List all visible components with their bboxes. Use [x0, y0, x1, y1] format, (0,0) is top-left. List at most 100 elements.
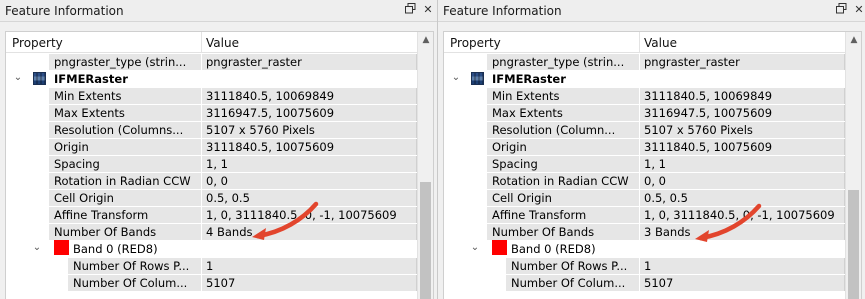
property-name: Min Extents	[54, 89, 122, 103]
property-name: Number Of Bands	[54, 225, 157, 239]
restore-icon[interactable]	[403, 3, 417, 17]
table-row[interactable]: Affine Transform 1, 0, 3111840.5, 0, -1,…	[6, 206, 417, 223]
value-column-header[interactable]: Value	[644, 36, 677, 50]
property-column-header[interactable]: Property	[12, 36, 63, 50]
property-name: pngraster_type (strin...	[492, 55, 625, 69]
tree-node-ifmeraster[interactable]: ⌄ IFMERaster	[6, 70, 417, 87]
property-name: Spacing	[492, 157, 538, 171]
property-name: Cell Origin	[54, 191, 114, 205]
property-name: Resolution (Columns...	[54, 123, 184, 137]
property-name: Min Extents	[492, 89, 560, 103]
property-column-header[interactable]: Property	[450, 36, 501, 50]
property-name: Resolution (Column...	[492, 123, 616, 137]
property-value: 1, 1	[206, 157, 228, 171]
panel-titlebar[interactable]: Feature Information ✕	[438, 0, 865, 22]
column-divider[interactable]	[201, 32, 202, 53]
table-row[interactable]: Affine Transform 1, 0, 3111840.5, 0, -1,…	[444, 206, 845, 223]
property-name: Max Extents	[492, 106, 563, 120]
property-value: 3116947.5, 10075609	[206, 106, 335, 120]
table-row[interactable]: Min Extents 3111840.5, 10069849	[6, 87, 417, 104]
vertical-scrollbar[interactable]: ▲	[845, 32, 861, 299]
close-icon[interactable]: ✕	[852, 3, 865, 17]
property-value: 3116947.5, 10075609	[644, 106, 773, 120]
table-row[interactable]: Spacing 1, 1	[444, 155, 845, 172]
property-name: Origin	[54, 140, 89, 154]
property-value: 3111840.5, 10069849	[644, 89, 773, 103]
table-row[interactable]: Rotation in Radian CCW 0, 0	[6, 172, 417, 189]
restore-icon[interactable]	[834, 3, 848, 17]
vertical-scrollbar[interactable]: ▲	[417, 32, 433, 299]
property-name: Cell Origin	[492, 191, 552, 205]
property-value: 1, 0, 3111840.5, 0, -1, 10075609	[644, 208, 835, 222]
table-row[interactable]: Number Of Colum... 5107	[444, 274, 845, 291]
property-value: 1, 1	[644, 157, 666, 171]
table-row[interactable]: pngraster_type (strin... pngraster_raste…	[6, 53, 417, 70]
property-value: 5107	[644, 276, 674, 290]
property-value: 0.5, 0.5	[644, 191, 688, 205]
panel-title: Feature Information	[443, 4, 562, 18]
property-name: Rotation in Radian CCW	[492, 174, 629, 188]
table-row[interactable]: pngraster_type (strin... pngraster_raste…	[444, 53, 845, 70]
red-band-icon	[492, 240, 507, 255]
table-row[interactable]: Number Of Colum... 5107	[6, 274, 417, 291]
property-name: IFMERaster	[492, 72, 566, 86]
bands-count-value: 3 Bands	[644, 225, 691, 239]
chevron-down-icon[interactable]: ⌄	[450, 71, 462, 85]
table-row[interactable]: Origin 3111840.5, 10075609	[6, 138, 417, 155]
tree-node-band-0[interactable]: ⌄ Band 0 (RED8)	[444, 240, 845, 257]
raster-icon	[33, 72, 46, 85]
property-value: 5107	[206, 276, 236, 290]
scroll-up-arrow-icon[interactable]: ▲	[846, 32, 861, 49]
property-name: Band 0 (RED8)	[73, 242, 158, 256]
property-name: IFMERaster	[54, 72, 128, 86]
panel-title: Feature Information	[5, 4, 124, 18]
scrollbar-thumb[interactable]	[420, 182, 431, 299]
table-row[interactable]: Resolution (Column... 5107 x 5760 Pixels	[444, 121, 845, 138]
property-value: 3111840.5, 10075609	[644, 140, 773, 154]
property-value: 3111840.5, 10069849	[206, 89, 335, 103]
close-icon[interactable]: ✕	[421, 3, 435, 17]
property-name: Rotation in Radian CCW	[54, 174, 191, 188]
property-grid[interactable]: Property Value pngraster_type (strin... …	[5, 31, 434, 299]
property-name: Origin	[492, 140, 527, 154]
chevron-down-icon[interactable]: ⌄	[12, 71, 24, 85]
scroll-up-arrow-icon[interactable]: ▲	[418, 32, 433, 49]
table-row[interactable]: Cell Origin 0.5, 0.5	[6, 189, 417, 206]
tree-node-band-0[interactable]: ⌄ Band 0 (RED8)	[6, 240, 417, 257]
property-name: Number Of Rows P...	[73, 259, 190, 273]
table-row[interactable]: Origin 3111840.5, 10075609	[444, 138, 845, 155]
bands-count-value: 4 Bands	[206, 225, 253, 239]
table-row[interactable]: Number Of Rows P... 1	[444, 257, 845, 274]
table-row[interactable]: Max Extents 3116947.5, 10075609	[6, 104, 417, 121]
scrollbar-thumb[interactable]	[848, 190, 859, 299]
table-row[interactable]: Number Of Rows P... 1	[6, 257, 417, 274]
chevron-down-icon[interactable]: ⌄	[469, 241, 481, 255]
chevron-down-icon[interactable]: ⌄	[31, 241, 43, 255]
table-row[interactable]: Cell Origin 0.5, 0.5	[444, 189, 845, 206]
column-divider[interactable]	[639, 32, 640, 53]
value-column-header[interactable]: Value	[206, 36, 239, 50]
feature-info-panel-left: Feature Information ✕ Property Value png…	[0, 0, 437, 299]
tree-node-ifmeraster[interactable]: ⌄ IFMERaster	[444, 70, 845, 87]
property-value: 3111840.5, 10075609	[206, 140, 335, 154]
property-name: Max Extents	[54, 106, 125, 120]
table-row[interactable]: Max Extents 3116947.5, 10075609	[444, 104, 845, 121]
table-row[interactable]: Resolution (Columns... 5107 x 5760 Pixel…	[6, 121, 417, 138]
panel-titlebar[interactable]: Feature Information ✕	[0, 0, 437, 22]
property-name: Affine Transform	[54, 208, 149, 222]
property-value: 1	[206, 259, 214, 273]
property-value: pngraster_raster	[206, 55, 302, 69]
property-value: pngraster_raster	[644, 55, 740, 69]
table-row[interactable]: Number Of Bands 3 Bands	[444, 223, 845, 240]
property-grid[interactable]: Property Value pngraster_type (strin... …	[443, 31, 862, 299]
property-value: 0, 0	[644, 174, 666, 188]
property-value: 5107 x 5760 Pixels	[206, 123, 315, 137]
property-value: 5107 x 5760 Pixels	[644, 123, 753, 137]
property-name: Band 0 (RED8)	[511, 242, 596, 256]
table-row[interactable]: Spacing 1, 1	[6, 155, 417, 172]
table-row[interactable]: Number Of Bands 4 Bands	[6, 223, 417, 240]
property-name: Number Of Colum...	[511, 276, 626, 290]
table-row[interactable]: Rotation in Radian CCW 0, 0	[444, 172, 845, 189]
table-row[interactable]: Min Extents 3111840.5, 10069849	[444, 87, 845, 104]
property-name: Spacing	[54, 157, 100, 171]
